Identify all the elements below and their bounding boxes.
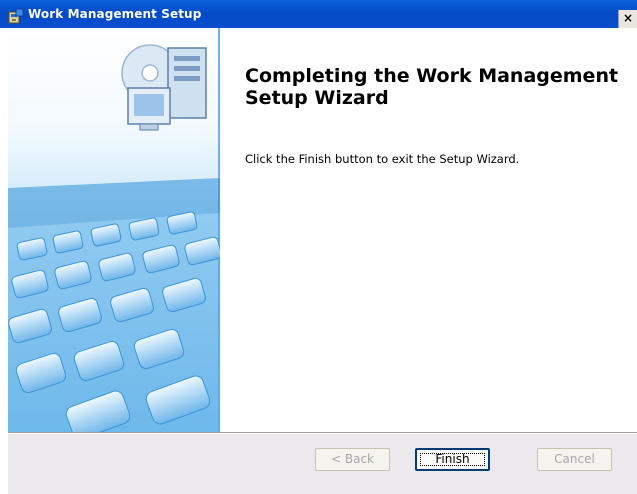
keyboard-image [8, 28, 220, 432]
page-title: Completing the Work Management Setup Wiz… [245, 65, 619, 109]
instruction-text: Click the Finish button to exit the Setu… [245, 152, 520, 166]
close-button[interactable]: × [618, 10, 637, 28]
title-bar: Work Management Setup × [0, 0, 637, 28]
wizard-sidebar-image [8, 28, 220, 432]
back-button[interactable]: < Back [315, 448, 390, 471]
computer-cd-icon [121, 44, 207, 131]
wizard-content: Completing the Work Management Setup Wiz… [220, 28, 637, 432]
cancel-button[interactable]: Cancel [537, 448, 612, 471]
window-title: Work Management Setup [28, 7, 202, 21]
finish-button[interactable]: Finish [415, 448, 490, 471]
installer-icon [8, 8, 24, 24]
